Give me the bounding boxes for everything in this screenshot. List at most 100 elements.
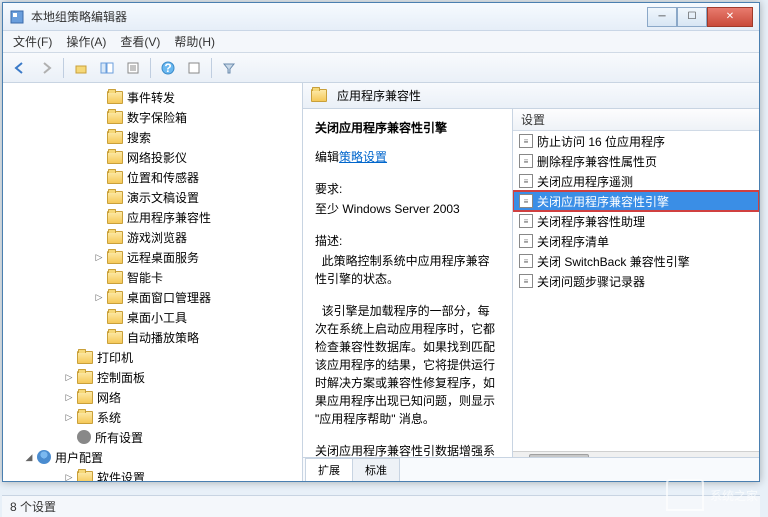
tree-expander-icon[interactable]: [93, 331, 105, 343]
tree-item[interactable]: ▷ 控制面板: [3, 367, 302, 387]
tree-item[interactable]: 智能卡: [3, 267, 302, 287]
tree-item[interactable]: 演示文稿设置: [3, 187, 302, 207]
tree-item[interactable]: ▷软件设置: [3, 467, 302, 481]
settings-header[interactable]: 设置: [513, 109, 759, 131]
tree-item[interactable]: ▷系统: [3, 407, 302, 427]
toolbar-separator: [63, 58, 64, 78]
policy-icon: ≡: [519, 214, 533, 228]
tree-expander-icon[interactable]: ▷: [63, 391, 75, 403]
tree-expander-icon[interactable]: [93, 151, 105, 163]
menu-action[interactable]: 操作(A): [60, 31, 112, 52]
tree-expander-icon[interactable]: ▷: [63, 471, 75, 481]
tab-extended[interactable]: 扩展: [305, 458, 353, 481]
folder-icon: [107, 91, 123, 104]
tree-expander-icon[interactable]: [93, 171, 105, 183]
tree-item[interactable]: 数字保险箱: [3, 107, 302, 127]
folder-icon: [311, 89, 327, 102]
policy-icon: ≡: [519, 174, 533, 188]
tree-expander-icon[interactable]: [93, 211, 105, 223]
toolbar: ?: [3, 53, 759, 83]
export-button[interactable]: [122, 57, 144, 79]
settings-item[interactable]: ≡关闭应用程序遥测: [513, 171, 759, 191]
help-button[interactable]: ?: [157, 57, 179, 79]
policy-icon: ≡: [519, 274, 533, 288]
tree-item[interactable]: ▷远程桌面服务: [3, 247, 302, 267]
tree-expander-icon[interactable]: ▷: [93, 251, 105, 263]
settings-list-column: 设置 ≡防止访问 16 位应用程序≡删除程序兼容性属性页≡关闭应用程序遥测≡关闭…: [513, 109, 759, 457]
description-p1: 此策略控制系统中应用程序兼容性引擎的状态。: [315, 252, 500, 288]
tree-expander-icon[interactable]: [93, 271, 105, 283]
tree-item[interactable]: 游戏浏览器: [3, 227, 302, 247]
folder-icon: [77, 411, 93, 424]
edit-policy-link[interactable]: 策略设置: [339, 150, 387, 164]
tree-item-label: 桌面窗口管理器: [127, 289, 211, 306]
tree-expander-icon[interactable]: [93, 91, 105, 103]
tree-item[interactable]: 打印机: [3, 347, 302, 367]
minimize-button[interactable]: ─: [647, 7, 677, 27]
tree-item[interactable]: 位置和传感器: [3, 167, 302, 187]
tree-item-label: 网络投影仪: [127, 149, 187, 166]
settings-item[interactable]: ≡关闭问题步骤记录器: [513, 271, 759, 291]
tree-item[interactable]: ▷ 桌面窗口管理器: [3, 287, 302, 307]
settings-item[interactable]: ≡删除程序兼容性属性页: [513, 151, 759, 171]
tree-item[interactable]: 所有设置: [3, 427, 302, 447]
tree-item[interactable]: 事件转发: [3, 87, 302, 107]
tree-expander-icon[interactable]: ◢: [23, 451, 35, 463]
tree-expander-icon[interactable]: ▷: [93, 291, 105, 303]
back-button[interactable]: [9, 57, 31, 79]
menu-file[interactable]: 文件(F): [7, 31, 58, 52]
tree-item-label: 打印机: [97, 349, 133, 366]
tree-expander-icon[interactable]: [63, 351, 75, 363]
content-area: 事件转发数字保险箱搜索网络投影仪位置和传感器演示文稿设置应用程序兼容性游戏浏览器…: [3, 83, 759, 481]
tree-pane[interactable]: 事件转发数字保险箱搜索网络投影仪位置和传感器演示文稿设置应用程序兼容性游戏浏览器…: [3, 83, 303, 481]
tree-expander-icon[interactable]: ▷: [63, 411, 75, 423]
tree-item[interactable]: 搜索: [3, 127, 302, 147]
tree-item[interactable]: ▷网络: [3, 387, 302, 407]
tree-item-label: 游戏浏览器: [127, 229, 187, 246]
tree-expander-icon[interactable]: [93, 131, 105, 143]
tree-expander-icon[interactable]: [63, 431, 75, 443]
tree-expander-icon[interactable]: [93, 231, 105, 243]
tree-item[interactable]: 自动播放策略: [3, 327, 302, 347]
up-button[interactable]: [70, 57, 92, 79]
folder-icon: [107, 211, 123, 224]
settings-item[interactable]: ≡关闭程序清单: [513, 231, 759, 251]
properties-button[interactable]: [183, 57, 205, 79]
tree-item[interactable]: 应用程序兼容性: [3, 207, 302, 227]
window-title: 本地组策略编辑器: [31, 8, 647, 25]
right-body: 关闭应用程序兼容性引擎 编辑策略设置 要求: 至少 Windows Server…: [303, 109, 759, 457]
tree-expander-icon[interactable]: [93, 111, 105, 123]
tree-item[interactable]: ◢用户配置: [3, 447, 302, 467]
maximize-button[interactable]: ☐: [677, 7, 707, 27]
settings-item-label: 关闭应用程序兼容性引擎: [537, 193, 669, 210]
close-button[interactable]: ✕: [707, 7, 753, 27]
gear-icon: [77, 430, 91, 444]
settings-item[interactable]: ≡关闭程序兼容性助理: [513, 211, 759, 231]
forward-button[interactable]: [35, 57, 57, 79]
settings-item[interactable]: ≡关闭应用程序兼容性引擎: [513, 191, 759, 211]
settings-item[interactable]: ≡关闭 SwitchBack 兼容性引擎: [513, 251, 759, 271]
tree-item-label: 演示文稿设置: [127, 189, 199, 206]
tree-item[interactable]: 网络投影仪: [3, 147, 302, 167]
folder-icon: [107, 331, 123, 344]
right-pane: 应用程序兼容性 关闭应用程序兼容性引擎 编辑策略设置 要求: 至少 Window…: [303, 83, 759, 481]
policy-icon: ≡: [519, 134, 533, 148]
main-window: 本地组策略编辑器 ─ ☐ ✕ 文件(F) 操作(A) 查看(V) 帮助(H) ?…: [2, 2, 760, 482]
settings-item[interactable]: ≡防止访问 16 位应用程序: [513, 131, 759, 151]
filter-button[interactable]: [218, 57, 240, 79]
folder-icon: [77, 471, 93, 482]
tree-expander-icon[interactable]: [93, 311, 105, 323]
folder-icon: [107, 171, 123, 184]
folder-icon: [107, 111, 123, 124]
menu-help[interactable]: 帮助(H): [168, 31, 221, 52]
tree-item-label: 控制面板: [97, 369, 145, 386]
menu-view[interactable]: 查看(V): [114, 31, 166, 52]
settings-item-label: 关闭 SwitchBack 兼容性引擎: [537, 253, 690, 270]
tree-item[interactable]: 桌面小工具: [3, 307, 302, 327]
policy-tree: 事件转发数字保险箱搜索网络投影仪位置和传感器演示文稿设置应用程序兼容性游戏浏览器…: [3, 87, 302, 481]
settings-list: ≡防止访问 16 位应用程序≡删除程序兼容性属性页≡关闭应用程序遥测≡关闭应用程…: [513, 131, 759, 291]
tree-expander-icon[interactable]: ▷: [63, 371, 75, 383]
tree-expander-icon[interactable]: [93, 191, 105, 203]
show-hide-tree-button[interactable]: [96, 57, 118, 79]
tab-standard[interactable]: 标准: [352, 458, 400, 481]
